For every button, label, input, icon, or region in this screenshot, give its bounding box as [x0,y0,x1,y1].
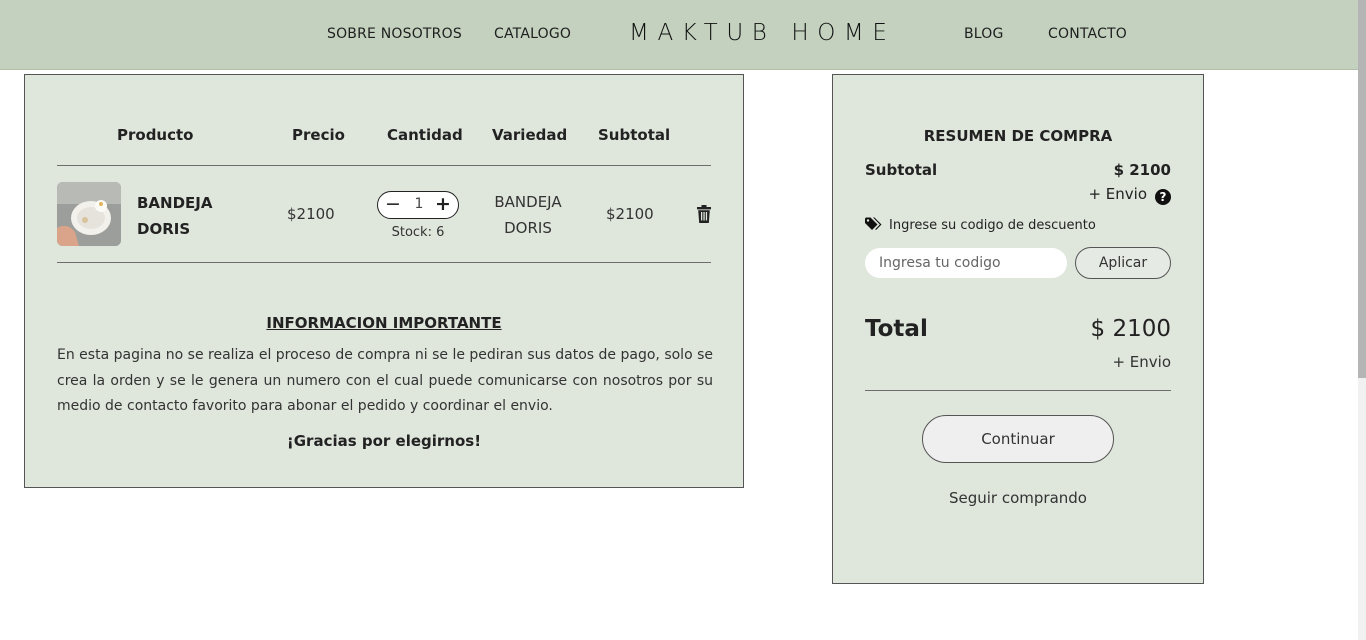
product-subtotal: $2100 [606,205,654,223]
product-name[interactable]: BANDEJA DORIS [137,190,247,242]
trash-icon[interactable] [696,205,712,223]
column-header-quantity: Cantidad [387,126,463,144]
product-price: $2100 [287,205,335,223]
site-header: SOBRE NOSOTROS CATALOGO MAKTUB HOME BLOG… [0,0,1358,70]
summary-title: RESUMEN DE COMPRA [923,127,1113,145]
question-circle-icon[interactable]: ? [1155,189,1171,205]
summary-panel: RESUMEN DE COMPRA Subtotal $ 2100 + Envi… [832,74,1204,584]
total-value: $ 2100 [1090,316,1171,342]
scrollbar-thumb[interactable] [1358,0,1366,378]
product-thumbnail[interactable] [57,182,121,246]
subtotal-label: Subtotal [865,161,938,179]
column-header-product: Producto [117,126,194,144]
total-shipping-note: + Envio [1112,353,1171,371]
table-divider-bottom [57,262,711,263]
column-header-price: Precio [292,126,345,144]
column-header-subtotal: Subtotal [598,126,671,144]
nav-link-blog[interactable]: BLOG [964,26,1004,42]
info-title: INFORMACION IMPORTANTE [266,314,502,332]
discount-code-input[interactable] [865,248,1067,278]
apply-discount-button[interactable]: Aplicar [1075,247,1171,279]
keep-shopping-link[interactable]: Seguir comprando [833,489,1203,507]
info-text: En esta pagina no se realiza el proceso … [57,347,713,414]
total-label: Total [865,316,928,342]
nav-link-about[interactable]: SOBRE NOSOTROS [327,26,462,42]
discount-label-row: Ingrese su codigo de descuento [865,217,1096,233]
nav-link-contact[interactable]: CONTACTO [1048,26,1127,42]
quantity-value[interactable]: 1 [408,196,430,212]
table-divider-top [57,165,711,166]
subtotal-value: $ 2100 [1113,161,1171,179]
quantity-stepper: − 1 + [377,191,459,219]
quantity-increment-button[interactable]: + [430,192,456,218]
shipping-note: + Envio? [1088,185,1171,205]
stock-label: Stock: 6 [391,225,445,240]
continue-button[interactable]: Continuar [922,415,1114,463]
scrollbar-track[interactable] [1358,0,1366,640]
summary-divider [865,390,1171,391]
thanks-text: ¡Gracias por elegirnos! [286,432,482,450]
shipping-note-text: + Envio [1088,185,1147,203]
cart-panel: Producto Precio Cantidad Variedad Subtot… [24,74,744,488]
product-variety: BANDEJA DORIS [494,193,562,237]
quantity-decrement-button[interactable]: − [380,192,406,218]
brand-logo[interactable]: MAKTUB HOME [629,20,896,46]
tags-icon [865,217,883,231]
discount-label: Ingrese su codigo de descuento [889,218,1096,233]
column-header-variety: Variedad [492,126,568,144]
nav-link-catalog[interactable]: CATALOGO [494,26,571,42]
